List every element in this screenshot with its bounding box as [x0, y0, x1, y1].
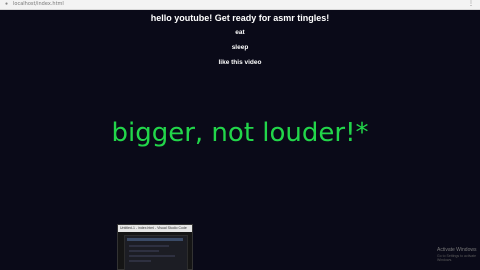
activation-watermark: Activate Windows — [437, 247, 477, 253]
page-heading: hello youtube! Get ready for asmr tingle… — [150, 13, 330, 23]
preview-thumbnail[interactable] — [124, 235, 188, 270]
thumbnail-code-line — [129, 255, 175, 257]
list-item-sleep: sleep — [231, 44, 249, 51]
taskbar-window-preview[interactable]: Untitled-1 - index.html - Visual Studio … — [117, 224, 193, 270]
thumbnail-code-line — [129, 260, 151, 262]
activation-watermark-subtext: Go to Settings to activate Windows. — [437, 254, 477, 262]
screen: ● localhost/index.html ⋮ hello youtube! … — [0, 0, 480, 270]
list-item-eat: eat — [235, 29, 245, 36]
url-text[interactable]: localhost/index.html — [13, 1, 64, 7]
lock-icon: ● — [5, 1, 9, 7]
thumbnail-code-line — [129, 250, 159, 252]
thumbnail-titlebar — [127, 238, 183, 241]
preview-window-title: Untitled-1 - index.html - Visual Studio … — [118, 225, 192, 232]
list-item-like: like this video — [218, 59, 262, 66]
browser-address-bar[interactable]: ● localhost/index.html ⋮ — [0, 0, 480, 10]
menu-icon[interactable]: ⋮ — [468, 1, 474, 7]
thumbnail-code-line — [129, 245, 169, 247]
slogan-text: bigger, not louder!* — [111, 118, 369, 148]
